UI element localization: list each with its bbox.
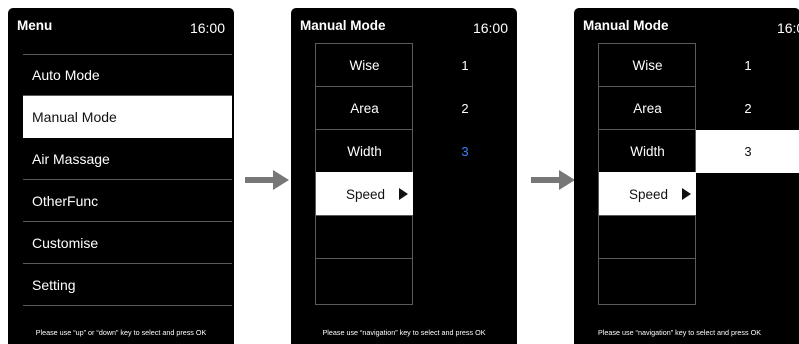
screen-title: Manual Mode <box>583 18 669 33</box>
menu-item-auto-mode[interactable]: Auto Mode <box>23 54 232 96</box>
param-label: Width <box>630 143 665 159</box>
menu-item-label: Manual Mode <box>32 108 117 125</box>
clock: 16:00 <box>776 20 799 36</box>
footer-hint: Please use “navigation” key to select an… <box>322 328 486 337</box>
value-width[interactable]: 3 <box>413 130 517 173</box>
clock: 16:00 <box>189 20 225 36</box>
header: Menu 16:00 <box>8 8 234 44</box>
param-width[interactable]: Width <box>599 129 696 172</box>
value-wise[interactable]: 1 <box>696 44 799 87</box>
param-empty <box>599 215 696 258</box>
param-label: Area <box>633 100 662 116</box>
param-label: Speed <box>629 186 669 202</box>
footer-hint: Please use “navigation” key to select an… <box>598 328 762 337</box>
menu-item-customise[interactable]: Customise <box>23 222 232 264</box>
screen-title: Menu <box>17 18 53 33</box>
manual-mode-screen: Manual Mode 16:00 Wise Area Width Speed … <box>291 8 517 344</box>
param-list: Wise Area Width Speed <box>315 43 413 305</box>
header: Manual Mode 16:00 <box>574 8 799 44</box>
param-width[interactable]: Width <box>316 129 413 172</box>
footer-hint: Please use “up” or “down” key to select … <box>35 328 207 337</box>
right-arrow-icon <box>531 170 575 190</box>
clock: 16:00 <box>472 20 508 36</box>
menu-item-setting[interactable]: Setting <box>23 264 232 306</box>
param-area[interactable]: Area <box>316 86 413 129</box>
param-label: Wise <box>632 57 663 73</box>
menu-screen: Menu 16:00 Auto Mode Manual Mode Air Mas… <box>8 8 234 344</box>
menu-item-label: Air Massage <box>32 150 110 167</box>
param-label: Wise <box>349 57 380 73</box>
manual-mode-screen-selected: Manual Mode 16:00 Wise Area Width Speed … <box>574 8 799 344</box>
value-area[interactable]: 2 <box>413 87 517 130</box>
menu-item-air-massage[interactable]: Air Massage <box>23 138 232 180</box>
menu-item-label: Setting <box>32 276 76 293</box>
right-arrow-icon <box>245 170 289 190</box>
param-wise[interactable]: Wise <box>599 43 696 86</box>
screen-title: Manual Mode <box>300 18 386 33</box>
menu-item-label: Customise <box>32 234 99 251</box>
param-speed[interactable]: Speed <box>599 172 696 215</box>
param-empty <box>316 215 413 258</box>
header: Manual Mode 16:00 <box>291 8 517 44</box>
param-empty <box>316 258 413 301</box>
param-area[interactable]: Area <box>599 86 696 129</box>
menu-item-other-func[interactable]: OtherFunc <box>23 180 232 222</box>
param-wise[interactable]: Wise <box>316 43 413 86</box>
menu-list: Auto Mode Manual Mode Air Massage OtherF… <box>23 54 232 306</box>
triangle-right-icon <box>399 188 409 200</box>
param-label: Speed <box>346 186 386 202</box>
menu-item-manual-mode[interactable]: Manual Mode <box>23 96 232 138</box>
param-list: Wise Area Width Speed <box>598 43 696 305</box>
param-empty <box>599 258 696 301</box>
param-label: Width <box>347 143 382 159</box>
triangle-right-icon <box>682 188 692 200</box>
menu-item-label: Auto Mode <box>32 67 100 83</box>
menu-item-label: OtherFunc <box>32 192 99 209</box>
value-area[interactable]: 2 <box>696 87 799 130</box>
param-label: Area <box>350 100 379 116</box>
value-width[interactable]: 3 <box>696 130 799 173</box>
value-wise[interactable]: 1 <box>413 44 517 87</box>
param-speed[interactable]: Speed <box>316 172 413 215</box>
